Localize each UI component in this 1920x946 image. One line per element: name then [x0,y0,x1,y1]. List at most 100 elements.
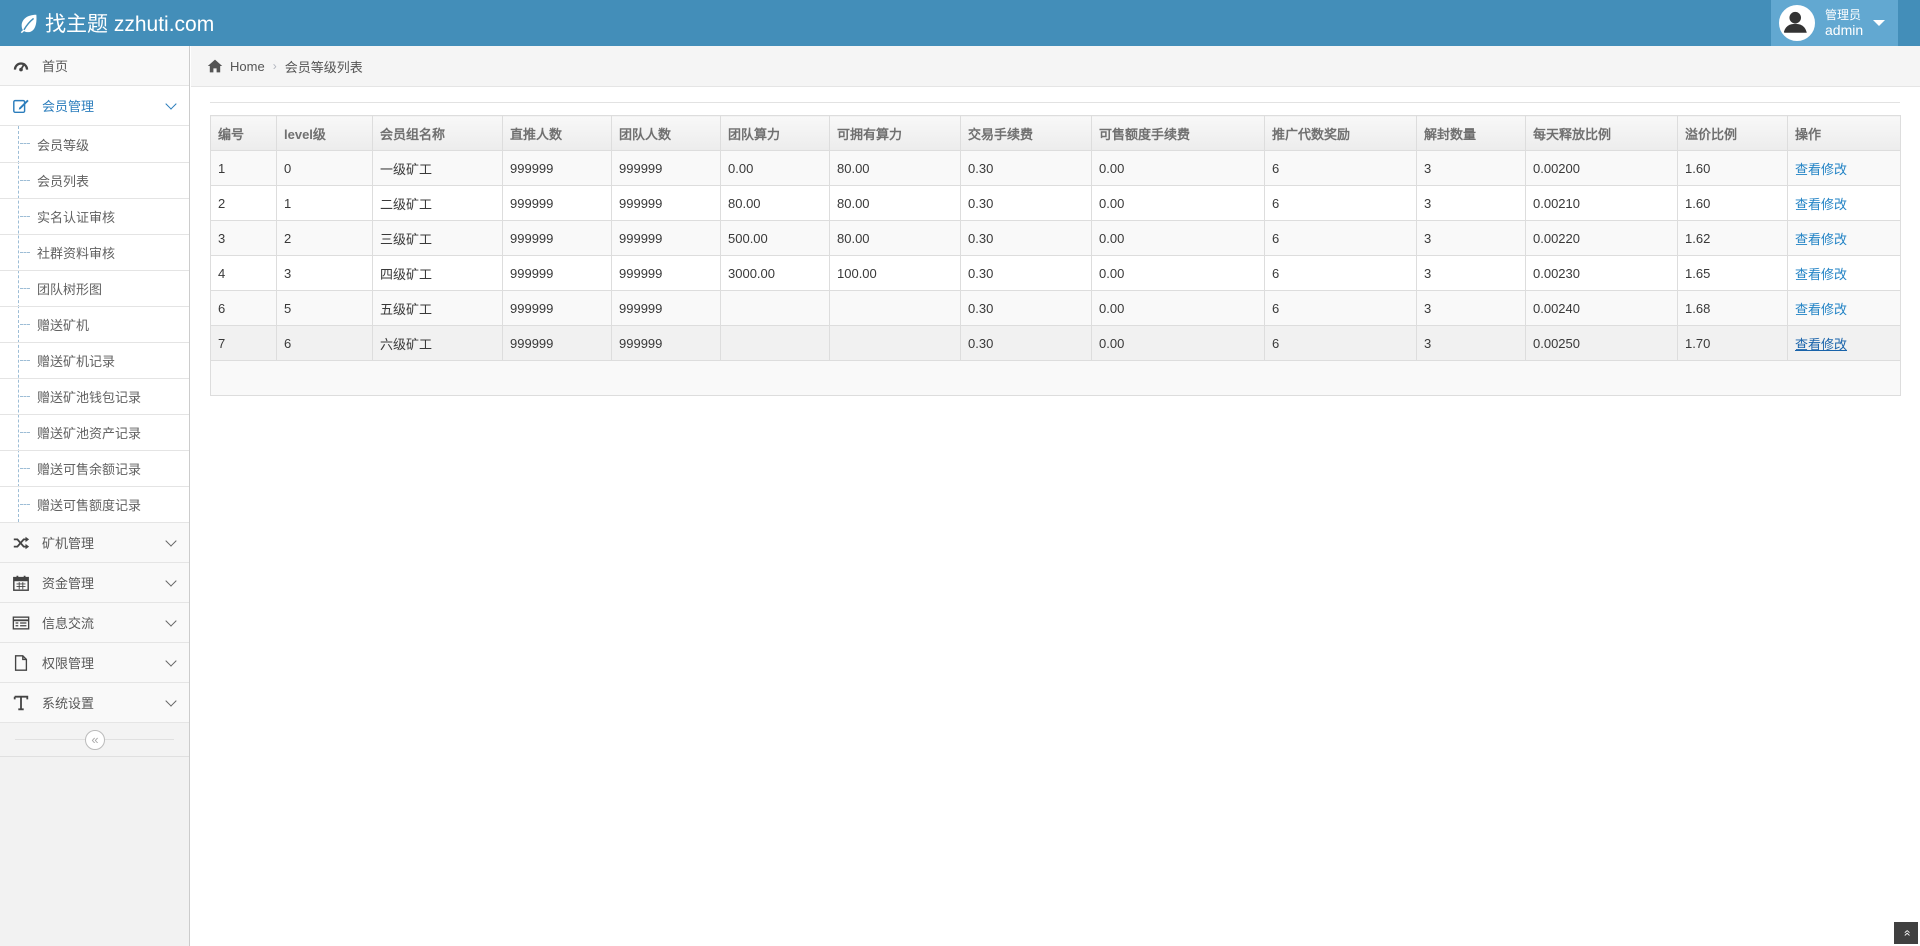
column-header: 团队算力 [720,115,830,151]
column-header: 可拥有算力 [829,115,961,151]
table-cell: 80.00 [829,220,961,256]
top-navbar: 找主题 zzhuti.com 管理员 admin [0,0,1920,46]
chevron-down-icon [165,535,177,547]
table-cell: 0.00200 [1525,150,1678,186]
table-cell: 三级矿工 [372,220,503,256]
table-cell: 6 [1264,255,1417,291]
table-cell: 3 [276,255,373,291]
sidebar: 首页 会员管理 会员等级 会员列表 实名认证审核 社群资料审核 团队树形图 赠送… [0,46,190,946]
sidebar-subitem-community-review[interactable]: 社群资料审核 [0,234,189,270]
sidebar-subitem-gift-sellable-quota-records[interactable]: 赠送可售额度记录 [0,486,189,522]
table-cell: 3000.00 [720,255,830,291]
user-info: 管理员 admin [1825,8,1863,38]
column-header: 团队人数 [611,115,721,151]
table-cell: 6 [1264,325,1417,361]
table-cell: 查看修改 [1787,185,1901,221]
sidebar-subitem-team-tree[interactable]: 团队树形图 [0,270,189,306]
table-cell: 999999 [611,220,721,256]
table-footer-cell [210,360,1901,396]
table-cell: 999999 [611,290,721,326]
breadcrumb-home-link[interactable]: Home [230,59,265,74]
view-edit-link[interactable]: 查看修改 [1795,232,1847,247]
view-edit-link[interactable]: 查看修改 [1795,267,1847,282]
sidebar-subitem-gift-miner-records[interactable]: 赠送矿机记录 [0,342,189,378]
table-footer-row [210,360,1901,396]
column-header: level级 [276,115,373,151]
table-cell: 999999 [502,325,612,361]
scroll-to-top-button[interactable]: » [1894,922,1918,944]
breadcrumb: Home › 会员等级列表 [191,46,1920,87]
sidebar-item-fund-management[interactable]: 资金管理 [0,563,189,603]
table-cell: 80.00 [829,150,961,186]
sidebar-item-label: 权限管理 [42,656,95,671]
table-cell: 3 [1416,290,1526,326]
member-submenu: 会员等级 会员列表 实名认证审核 社群资料审核 团队树形图 赠送矿机 赠送矿机记… [0,126,189,523]
table-cell: 2 [210,185,277,221]
sidebar-item-info-exchange[interactable]: 信息交流 [0,603,189,643]
table-cell: 六级矿工 [372,325,503,361]
table-cell: 4 [210,255,277,291]
table-cell: 二级矿工 [372,185,503,221]
table-cell: 6 [210,290,277,326]
table-cell: 0.00 [1091,185,1265,221]
sidebar-subitem-gift-miner[interactable]: 赠送矿机 [0,306,189,342]
sidebar-subitem-member-level[interactable]: 会员等级 [0,126,189,162]
sidebar-item-label: 资金管理 [42,576,95,591]
sidebar-item-home[interactable]: 首页 [0,46,189,86]
calendar-icon [12,574,30,592]
table-cell: 2 [276,220,373,256]
sidebar-subitem-gift-sellable-balance-records[interactable]: 赠送可售余额记录 [0,450,189,486]
sidebar-subitem-member-list[interactable]: 会员列表 [0,162,189,198]
table-body: 1 0 一级矿工 999999 999999 0.00 80.00 0.30 0.00 6 3 0.0… [210,150,1901,396]
table-cell: 999999 [611,255,721,291]
sidebar-item-permission-management[interactable]: 权限管理 [0,643,189,683]
table-cell: 0.00220 [1525,220,1678,256]
brand-logo[interactable]: 找主题 zzhuti.com [18,9,214,37]
sidebar-item-system-settings[interactable]: 系统设置 [0,683,189,723]
user-avatar-icon [1781,7,1810,36]
table-cell: 查看修改 [1787,325,1901,361]
table-cell: 0.00250 [1525,325,1678,361]
table-cell: 1.60 [1677,150,1788,186]
sidebar-item-label: 首页 [42,59,69,74]
table-cell: 五级矿工 [372,290,503,326]
sidebar-subitem-realname-review[interactable]: 实名认证审核 [0,198,189,234]
view-edit-link[interactable]: 查看修改 [1795,197,1847,212]
table-cell [720,325,830,361]
brand-title: 找主题 zzhuti.com [45,13,215,36]
sidebar-item-member-management[interactable]: 会员管理 [0,86,189,126]
table-row: 4 3 四级矿工 999999 999999 3000.00 100.00 0.30 0.00 6… [210,255,1901,291]
table-cell: 999999 [502,220,612,256]
chevron-down-icon [165,98,177,110]
file-icon [12,654,30,672]
sidebar-subitem-gift-pool-wallet-records[interactable]: 赠送矿池钱包记录 [0,378,189,414]
home-icon [207,58,223,74]
view-edit-link[interactable]: 查看修改 [1795,302,1847,317]
table-cell: 0.00230 [1525,255,1678,291]
user-menu[interactable]: 管理员 admin [1771,0,1898,46]
view-edit-link[interactable]: 查看修改 [1795,162,1847,177]
table-cell: 100.00 [829,255,961,291]
table-cell: 999999 [611,150,721,186]
double-angle-up-icon: » [1899,929,1913,937]
table-cell: 查看修改 [1787,150,1901,186]
list-icon [12,614,30,632]
sidebar-subitem-gift-pool-asset-records[interactable]: 赠送矿池资产记录 [0,414,189,450]
table-cell: 3 [1416,150,1526,186]
table-cell: 一级矿工 [372,150,503,186]
table-cell: 0.00 [1091,325,1265,361]
table-cell: 6 [1264,185,1417,221]
avatar [1779,5,1815,41]
table-cell: 3 [1416,185,1526,221]
table-cell: 1.68 [1677,290,1788,326]
sidebar-item-miner-management[interactable]: 矿机管理 [0,523,189,563]
table-cell: 查看修改 [1787,290,1901,326]
table-header-row: 编号 level级 会员组名称 直推人数 团队人数 团队算力 可拥有算力 交易手… [210,115,1901,151]
table-cell [829,325,961,361]
table-cell: 1.62 [1677,220,1788,256]
view-edit-link[interactable]: 查看修改 [1795,337,1847,352]
table-cell: 0.00210 [1525,185,1678,221]
table-cell: 999999 [611,325,721,361]
table-cell: 0.30 [960,220,1092,256]
double-angle-left-icon[interactable]: « [85,730,105,750]
